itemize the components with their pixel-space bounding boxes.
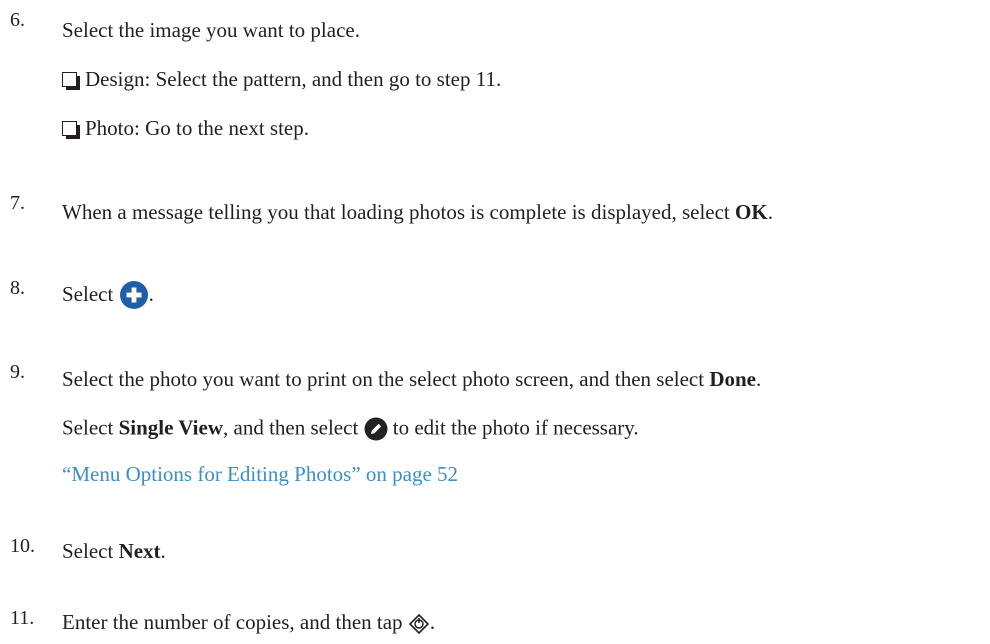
step-11-text: Enter the number of copies, and then tap… (62, 612, 435, 636)
manual-page: 6. Select the image you want to place. D… (0, 0, 990, 644)
edit-pencil-icon (364, 417, 388, 442)
note-text-middle: , and then select (223, 415, 364, 440)
step-9-number: 9. (10, 361, 25, 383)
note-text-before: Select (62, 415, 119, 440)
ok-label: OK (735, 200, 768, 224)
step-8-text-before: Select (62, 281, 119, 306)
start-diamond-icon (408, 613, 430, 636)
done-label: Done (709, 367, 756, 391)
menu-options-link[interactable]: “Menu Options for Editing Photos” on pag… (62, 464, 458, 485)
step-9-note: Select Single View, and then select to e… (62, 417, 639, 442)
step-6-text: Select the image you want to place. (62, 18, 360, 42)
bullet-design-text: Design: Select the pattern, and then go … (85, 67, 502, 91)
single-view-label: Single View (118, 415, 223, 440)
step-11-number: 11. (10, 607, 35, 629)
step-6-number: 6. (10, 9, 25, 31)
step-7-text: When a message telling you that loading … (62, 202, 773, 223)
step-7-period: . (767, 200, 773, 224)
checkbox-bullet-icon (62, 72, 80, 90)
step-10-number: 10. (10, 535, 35, 557)
step-7-text-before: When a message telling you that loading … (62, 200, 736, 224)
step-8-text: Select . (62, 280, 154, 312)
step-10-period: . (160, 539, 166, 563)
step-9-text-before: Select the photo you want to print on th… (62, 367, 710, 391)
step-10-text-before: Select (62, 539, 119, 563)
step-9-text: Select the photo you want to print on th… (62, 369, 761, 390)
next-label: Next (118, 539, 161, 563)
step-11-period: . (429, 610, 436, 634)
note-text-after: to edit the photo if necessary. (387, 415, 639, 440)
step-6-bullet-design: Design: Select the pattern, and then go … (62, 69, 501, 90)
step-11-text-before: Enter the number of copies, and then tap (62, 610, 408, 634)
checkbox-bullet-icon (62, 121, 80, 139)
step-7-number: 7. (10, 192, 25, 214)
step-6-bullet-photo: Photo: Go to the next step. (62, 118, 309, 139)
add-circle-icon (119, 280, 149, 312)
step-9-period: . (756, 367, 762, 391)
step-10-text: Select Next. (62, 541, 166, 562)
step-8-period: . (148, 281, 154, 306)
bullet-photo-text: Photo: Go to the next step. (85, 116, 309, 140)
step-8-number: 8. (10, 277, 25, 299)
